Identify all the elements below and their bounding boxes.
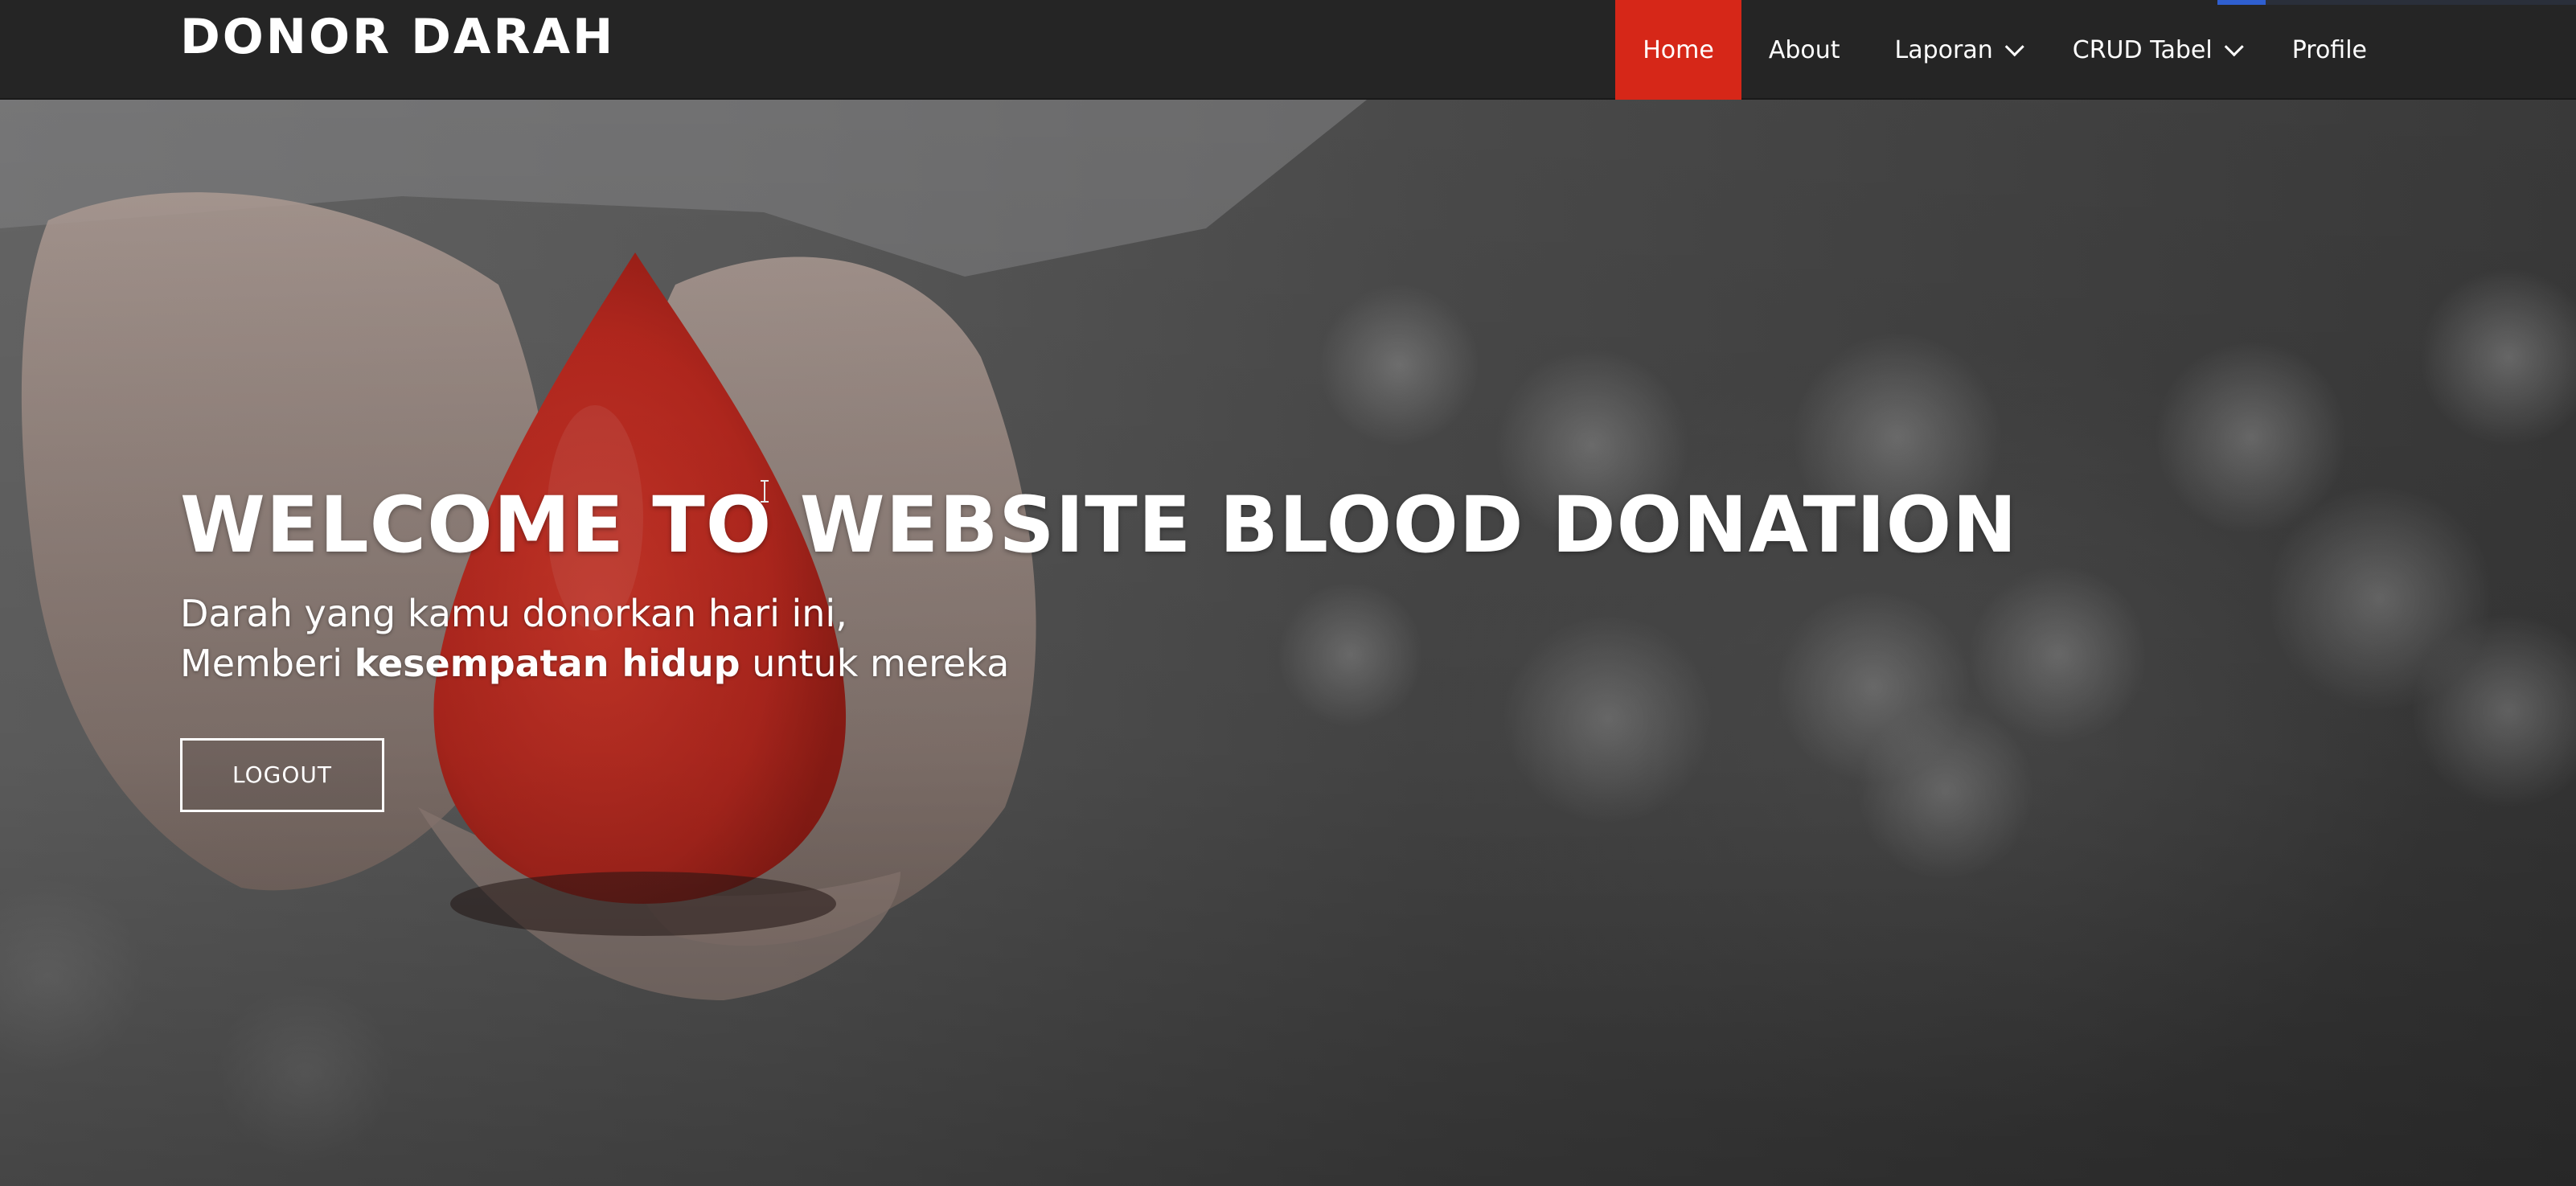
chevron-down-icon bbox=[2004, 36, 2024, 56]
hero-subtitle-emphasis: kesempatan hidup bbox=[354, 642, 740, 685]
nav-crud-tabel-dropdown[interactable]: CRUD Tabel bbox=[2045, 0, 2265, 100]
nav-laporan-dropdown[interactable]: Laporan bbox=[1868, 0, 2045, 100]
nav-home-label: Home bbox=[1643, 35, 1714, 64]
hero-subtitle-line-1: Darah yang kamu donorkan hari ini, bbox=[180, 592, 847, 635]
top-navbar: DONOR DARAH Home About Laporan CRUD Tabe… bbox=[0, 0, 2576, 100]
hero-section: WELCOME TO WEBSITE BLOOD DONATION Darah … bbox=[0, 100, 2576, 1186]
nav-home[interactable]: Home bbox=[1615, 0, 1741, 100]
nav-about[interactable]: About bbox=[1741, 0, 1868, 100]
nav-laporan-label: Laporan bbox=[1894, 35, 1993, 64]
main-nav: Home About Laporan CRUD Tabel Profile bbox=[1615, 0, 2394, 100]
hero-subtitle-line-2: Memberi kesempatan hidup untuk mereka bbox=[180, 638, 2110, 688]
hero-title: WELCOME TO WEBSITE BLOOD DONATION bbox=[180, 480, 2018, 570]
hero-subtitle: Darah yang kamu donorkan hari ini, Membe… bbox=[180, 589, 2110, 688]
text-cursor-icon bbox=[761, 480, 769, 503]
nav-about-label: About bbox=[1768, 35, 1840, 64]
window-corner-strip bbox=[2217, 0, 2576, 5]
logout-button[interactable]: LOGOUT bbox=[180, 738, 384, 812]
chevron-down-icon bbox=[2224, 36, 2244, 56]
hero-subtitle-text: Memberi bbox=[180, 642, 355, 685]
nav-crud-tabel-label: CRUD Tabel bbox=[2072, 35, 2213, 64]
hero-subtitle-text: untuk mereka bbox=[740, 642, 1010, 685]
nav-profile[interactable]: Profile bbox=[2265, 0, 2394, 100]
brand-logo[interactable]: DONOR DARAH bbox=[180, 8, 615, 66]
hero-content: WELCOME TO WEBSITE BLOOD DONATION Darah … bbox=[180, 478, 2110, 812]
nav-profile-label: Profile bbox=[2291, 35, 2367, 64]
